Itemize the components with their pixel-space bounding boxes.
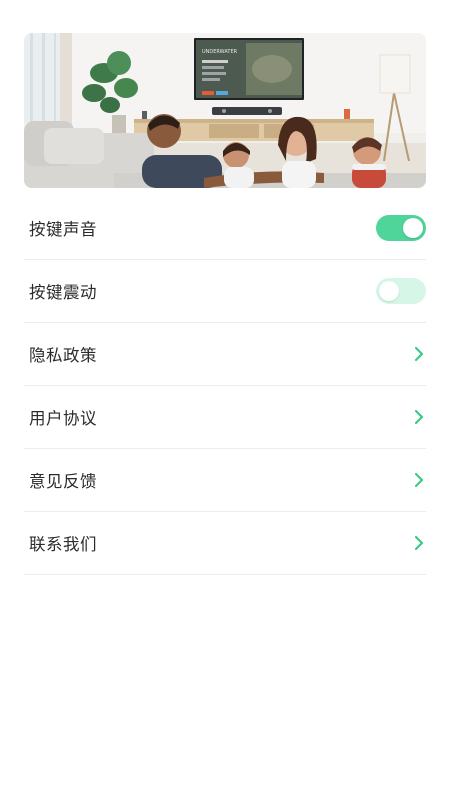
- chevron-right-icon: [412, 471, 426, 489]
- settings-list: 按键声音 按键震动 隐私政策 用户协议 意见反馈 联系我们: [24, 197, 426, 575]
- setting-label: 隐私政策: [29, 346, 97, 365]
- chevron-right-icon: [412, 345, 426, 363]
- settings-page: UNDERWATER 按键声音 按键震动 隐私政策 用户协议 意见反馈 联系我们: [0, 0, 450, 800]
- key-sound-toggle[interactable]: [376, 215, 426, 241]
- setting-label: 联系我们: [29, 535, 97, 554]
- setting-row-key-sound[interactable]: 按键声音: [24, 197, 426, 260]
- toggle-knob: [379, 281, 399, 301]
- setting-row-privacy-policy[interactable]: 隐私政策: [24, 323, 426, 386]
- setting-row-feedback[interactable]: 意见反馈: [24, 449, 426, 512]
- setting-row-user-agreement[interactable]: 用户协议: [24, 386, 426, 449]
- setting-label: 按键声音: [29, 220, 97, 239]
- setting-label: 意见反馈: [29, 472, 97, 491]
- setting-row-contact-us[interactable]: 联系我们: [24, 512, 426, 575]
- chevron-right-icon: [412, 408, 426, 426]
- chevron-right-icon: [412, 534, 426, 552]
- key-vibration-toggle[interactable]: [376, 278, 426, 304]
- toggle-knob: [403, 218, 423, 238]
- setting-label: 按键震动: [29, 283, 97, 302]
- banner-image: UNDERWATER: [24, 33, 426, 188]
- tv-title: UNDERWATER: [202, 49, 238, 55]
- family-watching-tv-illustration: UNDERWATER: [24, 33, 426, 188]
- setting-label: 用户协议: [29, 409, 97, 428]
- setting-row-key-vibration[interactable]: 按键震动: [24, 260, 426, 323]
